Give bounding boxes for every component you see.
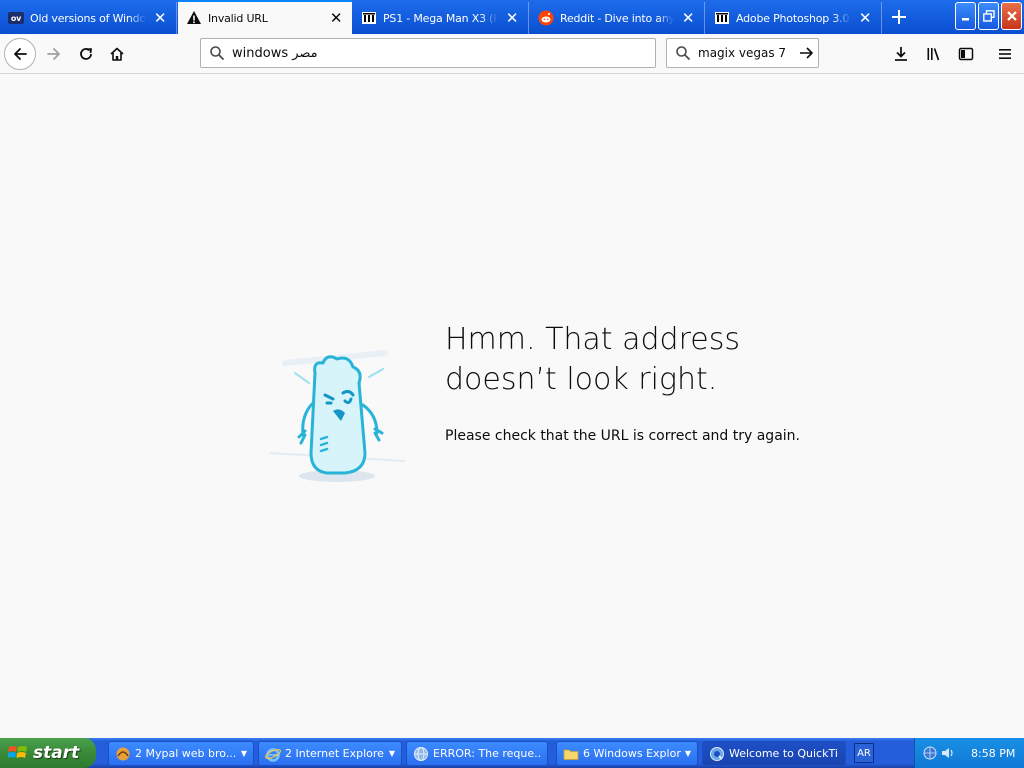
tab-title: Old versions of Windows xyxy=(30,11,146,25)
new-tab-button[interactable] xyxy=(884,4,914,30)
language-indicator[interactable]: AR xyxy=(854,743,874,763)
close-icon[interactable]: ✕ xyxy=(857,10,873,26)
svg-text:ov: ov xyxy=(11,14,22,23)
menu-button[interactable] xyxy=(989,38,1021,70)
taskbar: start 2 Mypal web bro... ▼ 2 Internet Ex… xyxy=(0,738,1024,768)
windows-logo-icon xyxy=(8,746,27,758)
url-input[interactable]: windows مصر xyxy=(232,46,655,61)
forward-button[interactable] xyxy=(38,38,70,70)
warning-icon xyxy=(186,10,202,26)
search-input[interactable]: magix vegas 7 xyxy=(698,46,794,60)
sidebar-button[interactable] xyxy=(950,38,982,70)
globe-icon xyxy=(414,746,428,761)
error-description: Please check that the URL is correct and… xyxy=(445,428,800,444)
library-icon xyxy=(927,48,940,61)
search-icon xyxy=(676,46,691,61)
restore-icon xyxy=(982,10,995,22)
search-go-button[interactable] xyxy=(794,45,818,61)
reload-button[interactable] xyxy=(70,38,102,70)
error-title-line: doesn’t look right. xyxy=(445,362,718,397)
plus-icon xyxy=(892,10,906,24)
tab-title: Adobe Photoshop 3.0 Demo xyxy=(736,11,851,25)
tab-reddit[interactable]: Reddit - Dive into anything ✕ xyxy=(530,2,705,34)
volume-icon[interactable] xyxy=(941,746,955,760)
tab-mega-man[interactable]: PS1 - Mega Man X3 (PAL ✕ xyxy=(353,2,529,34)
mypal-icon xyxy=(116,747,130,760)
download-icon xyxy=(895,47,907,61)
tab-invalid-url[interactable]: Invalid URL ✕ xyxy=(178,0,352,34)
tab-title: Reddit - Dive into anything xyxy=(560,11,674,25)
hamburger-menu-icon xyxy=(999,49,1011,59)
ie-icon xyxy=(265,747,281,762)
network-icon[interactable] xyxy=(923,746,937,760)
arrow-right-icon xyxy=(47,48,60,60)
minimize-icon xyxy=(961,18,969,21)
taskbar-item-internet-explorer[interactable]: 2 Internet Explorer ▼ xyxy=(258,741,402,766)
dropdown-arrow-icon: ▼ xyxy=(388,749,395,758)
error-title: Hmm. That address doesn’t look right. xyxy=(445,320,805,400)
close-icon[interactable]: ✕ xyxy=(152,10,168,26)
search-icon xyxy=(210,46,225,61)
close-icon xyxy=(1006,11,1017,21)
close-icon[interactable]: ✕ xyxy=(504,10,520,26)
close-icon[interactable]: ✕ xyxy=(680,10,696,26)
quicktime-icon xyxy=(710,746,724,761)
oldversion-icon: ov xyxy=(8,10,24,26)
taskbar-item-label: 6 Windows Explorer xyxy=(583,747,681,760)
search-bar[interactable]: magix vegas 7 xyxy=(666,38,819,68)
confused-mascot-illustration xyxy=(269,350,406,482)
close-window-button[interactable] xyxy=(1001,2,1022,30)
clock[interactable]: 8:58 PM xyxy=(971,747,1015,760)
dropdown-arrow-icon: ▼ xyxy=(240,749,247,758)
reddit-icon xyxy=(538,10,554,26)
system-tray: 8:58 PM xyxy=(914,738,1024,768)
reload-icon xyxy=(80,48,92,60)
taskbar-item-mypal[interactable]: 2 Mypal web bro... ▼ xyxy=(108,741,254,766)
sidebar-icon xyxy=(958,47,974,61)
navigation-toolbar: windows مصر magix vegas 7 xyxy=(0,34,1024,74)
close-icon[interactable]: ✕ xyxy=(328,10,344,26)
start-button[interactable]: start xyxy=(0,738,96,768)
folder-icon xyxy=(563,749,579,760)
archive-icon xyxy=(361,10,377,26)
error-title-line: Hmm. That address xyxy=(445,322,740,357)
taskbar-item-label: 2 Internet Explorer xyxy=(285,747,385,760)
restore-button[interactable] xyxy=(978,2,999,30)
tab-photoshop[interactable]: Adobe Photoshop 3.0 Demo ✕ xyxy=(706,2,882,34)
tab-title: Invalid URL xyxy=(208,11,268,25)
tab-strip: ov Old versions of Windows ✕ Invalid URL… xyxy=(0,0,1024,34)
back-button[interactable] xyxy=(4,38,36,70)
taskbar-item-label: 2 Mypal web bro... xyxy=(135,747,237,760)
library-button[interactable] xyxy=(918,38,950,70)
dropdown-arrow-icon: ▼ xyxy=(684,749,691,758)
arrow-right-icon xyxy=(800,47,813,59)
taskbar-item-windows-explorer[interactable]: 6 Windows Explorer ▼ xyxy=(556,741,698,766)
taskbar-item-quicktime[interactable]: Welcome to QuickTi... xyxy=(702,741,846,766)
tab-title: PS1 - Mega Man X3 (PAL xyxy=(383,11,498,25)
taskbar-item-error[interactable]: ERROR: The reque... xyxy=(406,741,548,766)
arrow-left-icon xyxy=(14,48,27,60)
start-label: start xyxy=(33,743,80,763)
taskbar-item-label: Welcome to QuickTi... xyxy=(729,747,839,760)
url-bar[interactable]: windows مصر xyxy=(200,38,656,68)
error-page: Hmm. That address doesn’t look right. Pl… xyxy=(0,75,1024,738)
home-icon xyxy=(110,47,124,61)
home-button[interactable] xyxy=(101,38,133,70)
archive-icon xyxy=(714,10,730,26)
downloads-button[interactable] xyxy=(885,38,917,70)
taskbar-item-label: ERROR: The reque... xyxy=(433,747,541,760)
tab-old-versions[interactable]: ov Old versions of Windows ✕ xyxy=(0,2,177,34)
minimize-button[interactable] xyxy=(955,2,976,30)
